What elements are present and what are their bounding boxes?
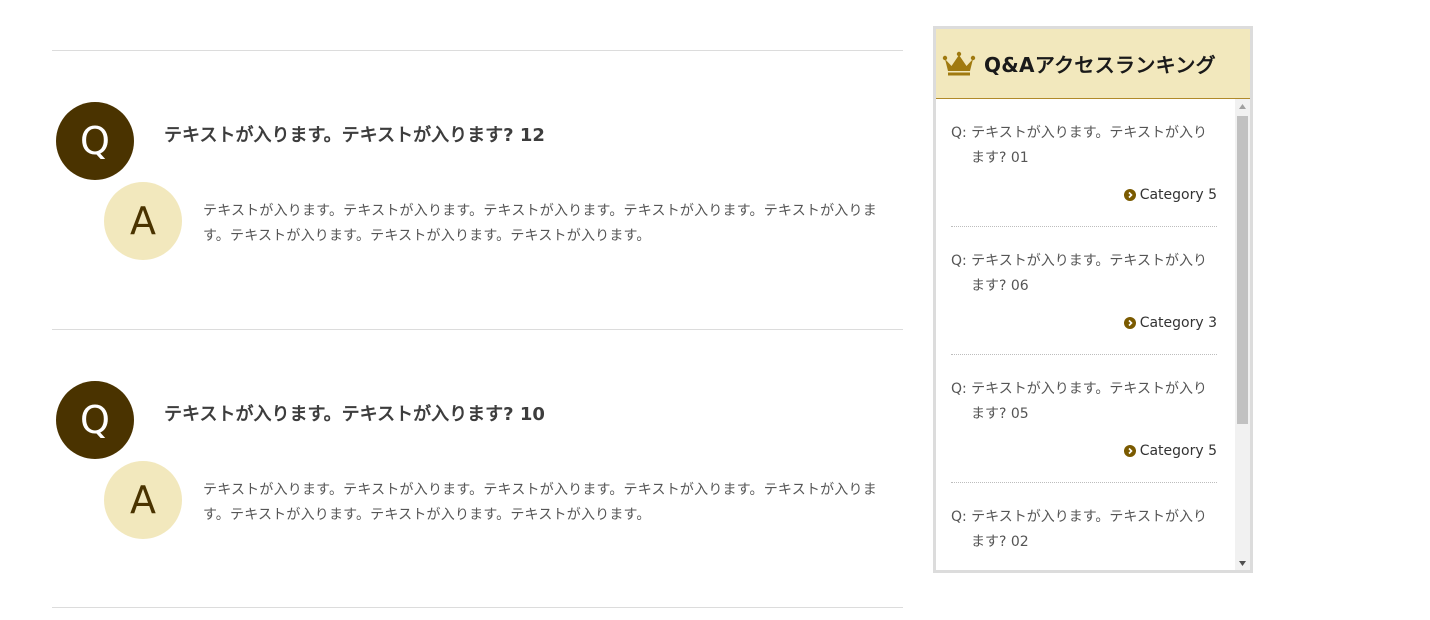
ranking-title: Q&Aアクセスランキング: [984, 53, 1216, 77]
answer-badge: A: [104, 182, 182, 260]
scroll-up-arrow-icon[interactable]: [1235, 99, 1250, 113]
answer-badge: A: [104, 461, 182, 539]
category-link[interactable]: Category 3: [1123, 315, 1217, 331]
scrollbar-thumb[interactable]: [1237, 116, 1248, 424]
answer-text: テキストが入ります。テキストが入ります。テキストが入ります。テキストが入ります。…: [203, 482, 877, 523]
chevron-right-circle-icon: [1123, 317, 1136, 329]
question-text[interactable]: テキストが入ります。テキストが入ります? 12: [164, 121, 884, 151]
scroll-down-arrow-icon[interactable]: [1235, 556, 1250, 570]
ranking-widget: Q&Aアクセスランキング Q: テキストが入ります。テキストが入ります? 01 …: [933, 26, 1253, 573]
ranking-scrollbar[interactable]: [1235, 99, 1250, 570]
ranking-item: Q: テキストが入ります。テキストが入ります? 01 Category 5: [951, 99, 1217, 227]
ranking-question-link[interactable]: Q: テキストが入ります。テキストが入ります? 02: [951, 505, 1217, 555]
chevron-right-circle-icon: [1123, 189, 1136, 201]
answer-text: テキストが入ります。テキストが入ります。テキストが入ります。テキストが入ります。…: [203, 203, 877, 244]
ranking-question-link[interactable]: Q: テキストが入ります。テキストが入ります? 06: [951, 249, 1217, 299]
chevron-right-circle-icon: [1123, 445, 1136, 457]
ranking-question-link[interactable]: Q: テキストが入ります。テキストが入ります? 01: [951, 121, 1217, 171]
question-text[interactable]: テキストが入ります。テキストが入ります? 10: [164, 400, 884, 430]
crown-icon: [942, 51, 976, 75]
question-badge: Q: [56, 381, 134, 459]
category-link[interactable]: Category 5: [1123, 443, 1217, 459]
ranking-item: Q: テキストが入ります。テキストが入ります? 02: [951, 483, 1217, 570]
ranking-item: Q: テキストが入ります。テキストが入ります? 05 Category 5: [951, 355, 1217, 483]
category-label: Category 5: [1139, 187, 1217, 203]
question-badge: Q: [56, 102, 134, 180]
page: Q テキストが入ります。テキストが入ります? 12 A テキストが入ります。テキ…: [0, 0, 1430, 620]
ranking-header: Q&Aアクセスランキング: [936, 29, 1250, 99]
qa-item: Q テキストが入ります。テキストが入ります? 12 A テキストが入ります。テキ…: [52, 50, 903, 329]
ranking-question-link[interactable]: Q: テキストが入ります。テキストが入ります? 05: [951, 377, 1217, 427]
ranking-body: Q: テキストが入ります。テキストが入ります? 01 Category 5 Q:…: [936, 99, 1250, 570]
category-label: Category 3: [1139, 315, 1217, 331]
ranking-list: Q: テキストが入ります。テキストが入ります? 01 Category 5 Q:…: [951, 99, 1217, 570]
qa-item: Q テキストが入ります。テキストが入ります? 10 A テキストが入ります。テキ…: [52, 329, 903, 608]
category-link[interactable]: Category 5: [1123, 187, 1217, 203]
ranking-item: Q: テキストが入ります。テキストが入ります? 06 Category 3: [951, 227, 1217, 355]
qa-list: Q テキストが入ります。テキストが入ります? 12 A テキストが入ります。テキ…: [52, 50, 903, 608]
category-label: Category 5: [1139, 443, 1217, 459]
